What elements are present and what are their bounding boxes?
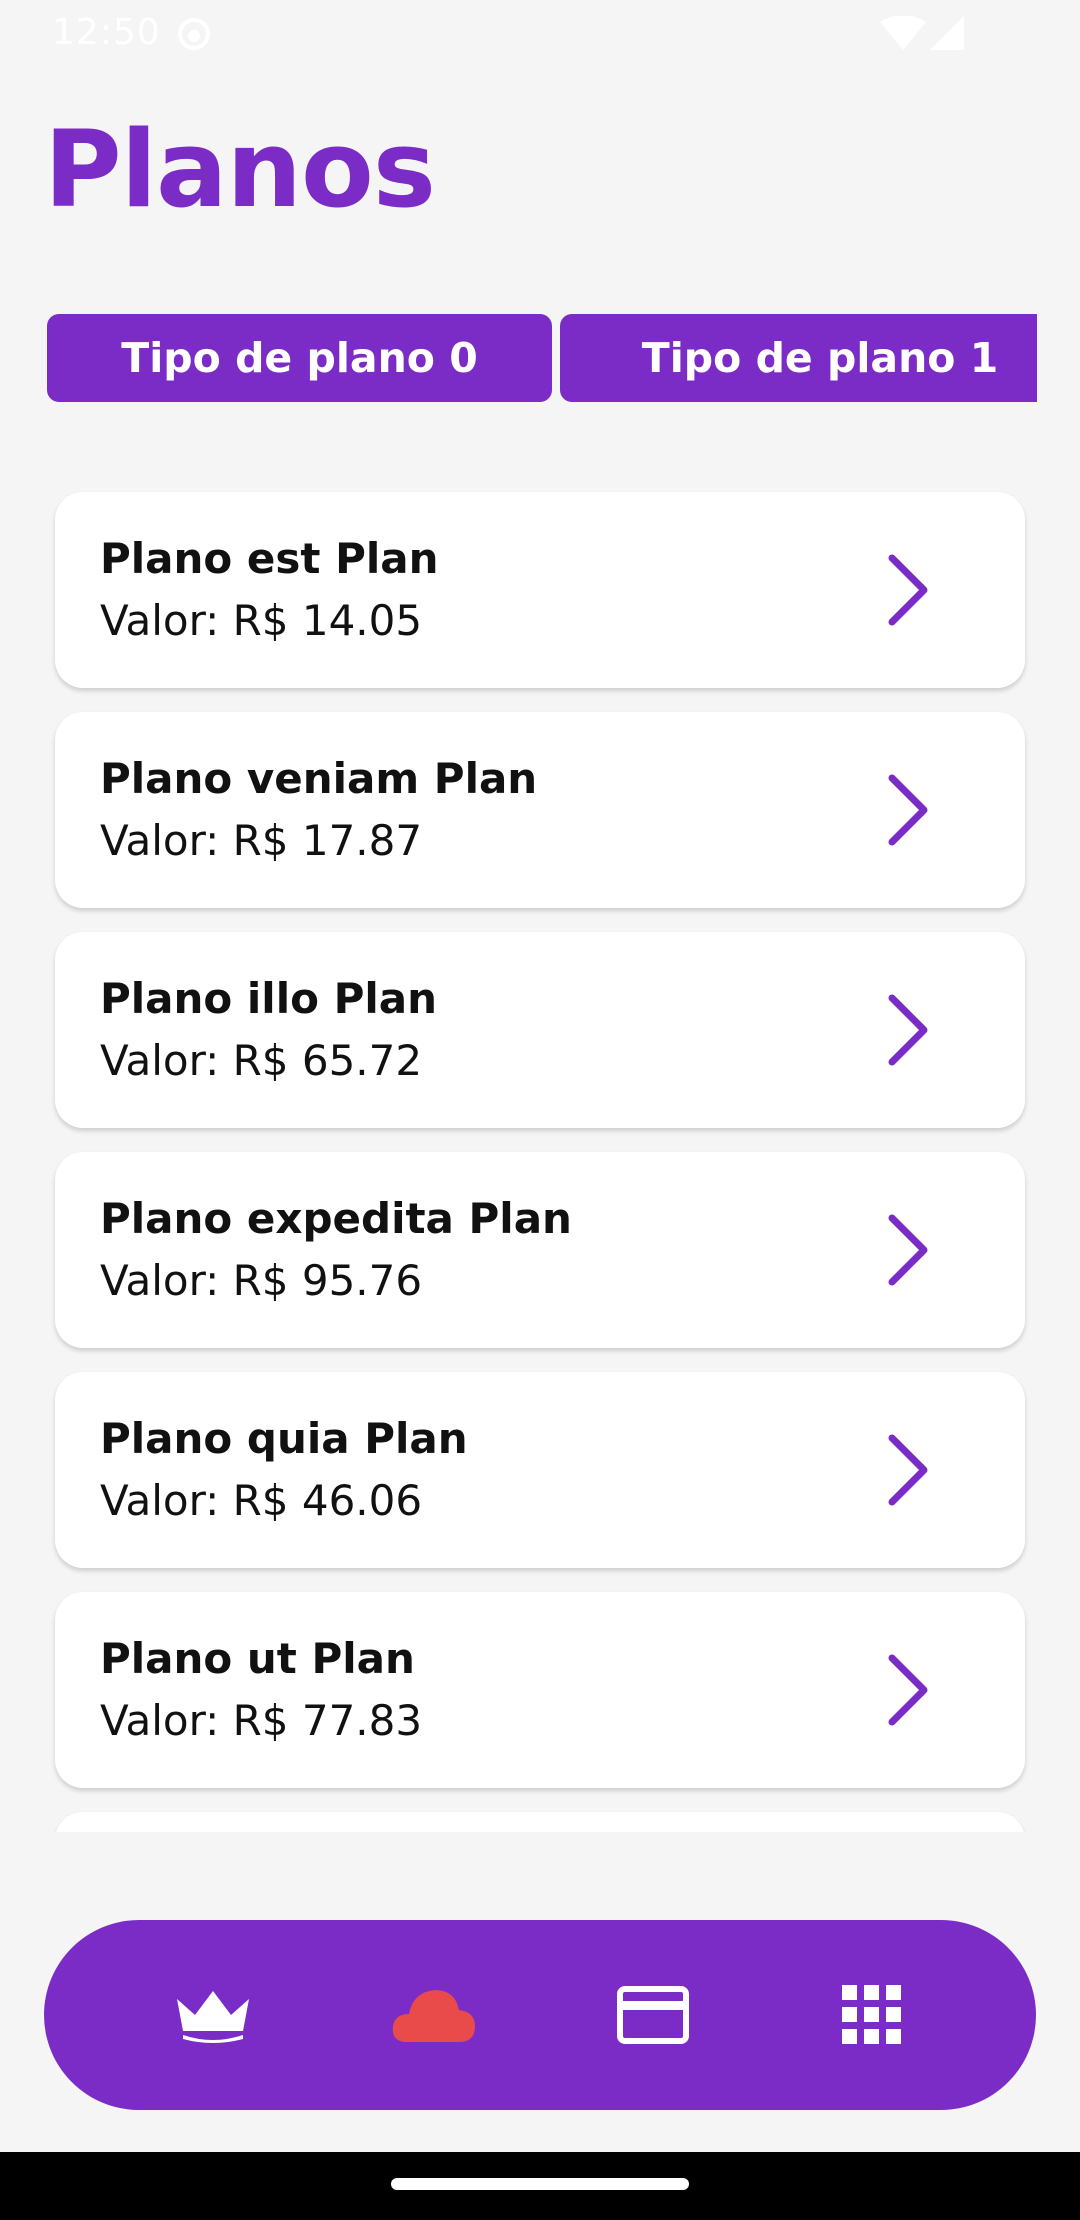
plan-price: Valor: R$ 14.05 (100, 596, 423, 645)
plan-price: Valor: R$ 95.76 (100, 1256, 423, 1305)
chevron-right-icon[interactable] (870, 992, 946, 1068)
chevron-right-icon[interactable] (870, 772, 946, 848)
plan-card[interactable]: Plano ut Plan Valor: R$ 77.83 (55, 1592, 1025, 1788)
plan-name: Plano expedita Plan (100, 1194, 572, 1243)
plan-price: Valor: R$ 17.87 (100, 816, 423, 865)
plan-price: Valor: R$ 46.06 (100, 1476, 423, 1525)
plan-card[interactable]: Plano quia Plan Valor: R$ 46.06 (55, 1372, 1025, 1568)
plans-screen: 12:50 Planos Tipo de plano 0 Tipo de pla… (0, 0, 1080, 2220)
plan-card[interactable]: Plano veniam Plan Valor: R$ 17.87 (55, 712, 1025, 908)
tab-plan-type-1[interactable]: Tipo de plano 1 (560, 314, 1037, 402)
nav-item-payments[interactable] (598, 1960, 708, 2070)
credit-card-icon (617, 1986, 689, 2044)
plan-price: Valor: R$ 65.72 (100, 1036, 423, 1085)
plan-name: Plano ut Plan (100, 1634, 415, 1683)
nav-item-cloud[interactable] (379, 1960, 489, 2070)
bottom-navigation (44, 1920, 1036, 2110)
page-title: Planos (44, 108, 436, 231)
chevron-right-icon[interactable] (870, 552, 946, 628)
status-bar: 12:50 (0, 0, 1080, 66)
plan-name: Plano veniam Plan (100, 754, 538, 803)
plan-card[interactable]: Plano expedita Plan Valor: R$ 95.76 (55, 1152, 1025, 1348)
chevron-right-icon[interactable] (870, 1432, 946, 1508)
plan-list[interactable]: Plano est Plan Valor: R$ 14.05 Plano ven… (40, 480, 1040, 1832)
grid-icon (842, 1985, 901, 2044)
plan-card[interactable]: Plano illo Plan Valor: R$ 65.72 (55, 932, 1025, 1128)
tab-plan-type-0[interactable]: Tipo de plano 0 (47, 314, 552, 402)
system-navigation-bar (0, 2152, 1080, 2220)
chevron-right-icon[interactable] (870, 1212, 946, 1288)
plan-name: Plano illo Plan (100, 974, 437, 1023)
cloud-icon (392, 1990, 475, 2042)
plan-type-tabs: Tipo de plano 0 Tipo de plano 1 (47, 314, 1037, 402)
wifi-icon (880, 16, 926, 50)
home-indicator[interactable] (391, 2178, 689, 2190)
plan-name: Plano est Plan (100, 534, 439, 583)
plan-card[interactable]: Plano est Plan Valor: R$ 14.05 (55, 492, 1025, 688)
plan-price: Valor: R$ 77.83 (100, 1696, 423, 1745)
plan-name: Plano quia Plan (100, 1414, 468, 1463)
app-notification-icon (178, 18, 210, 50)
nav-item-plans[interactable] (158, 1960, 268, 2070)
status-time: 12:50 (52, 12, 161, 53)
cell-signal-icon (930, 16, 964, 50)
nav-item-menu[interactable] (817, 1960, 927, 2070)
chevron-right-icon[interactable] (870, 1652, 946, 1728)
crown-icon (177, 1991, 249, 2043)
plan-card[interactable] (55, 1812, 1025, 1832)
